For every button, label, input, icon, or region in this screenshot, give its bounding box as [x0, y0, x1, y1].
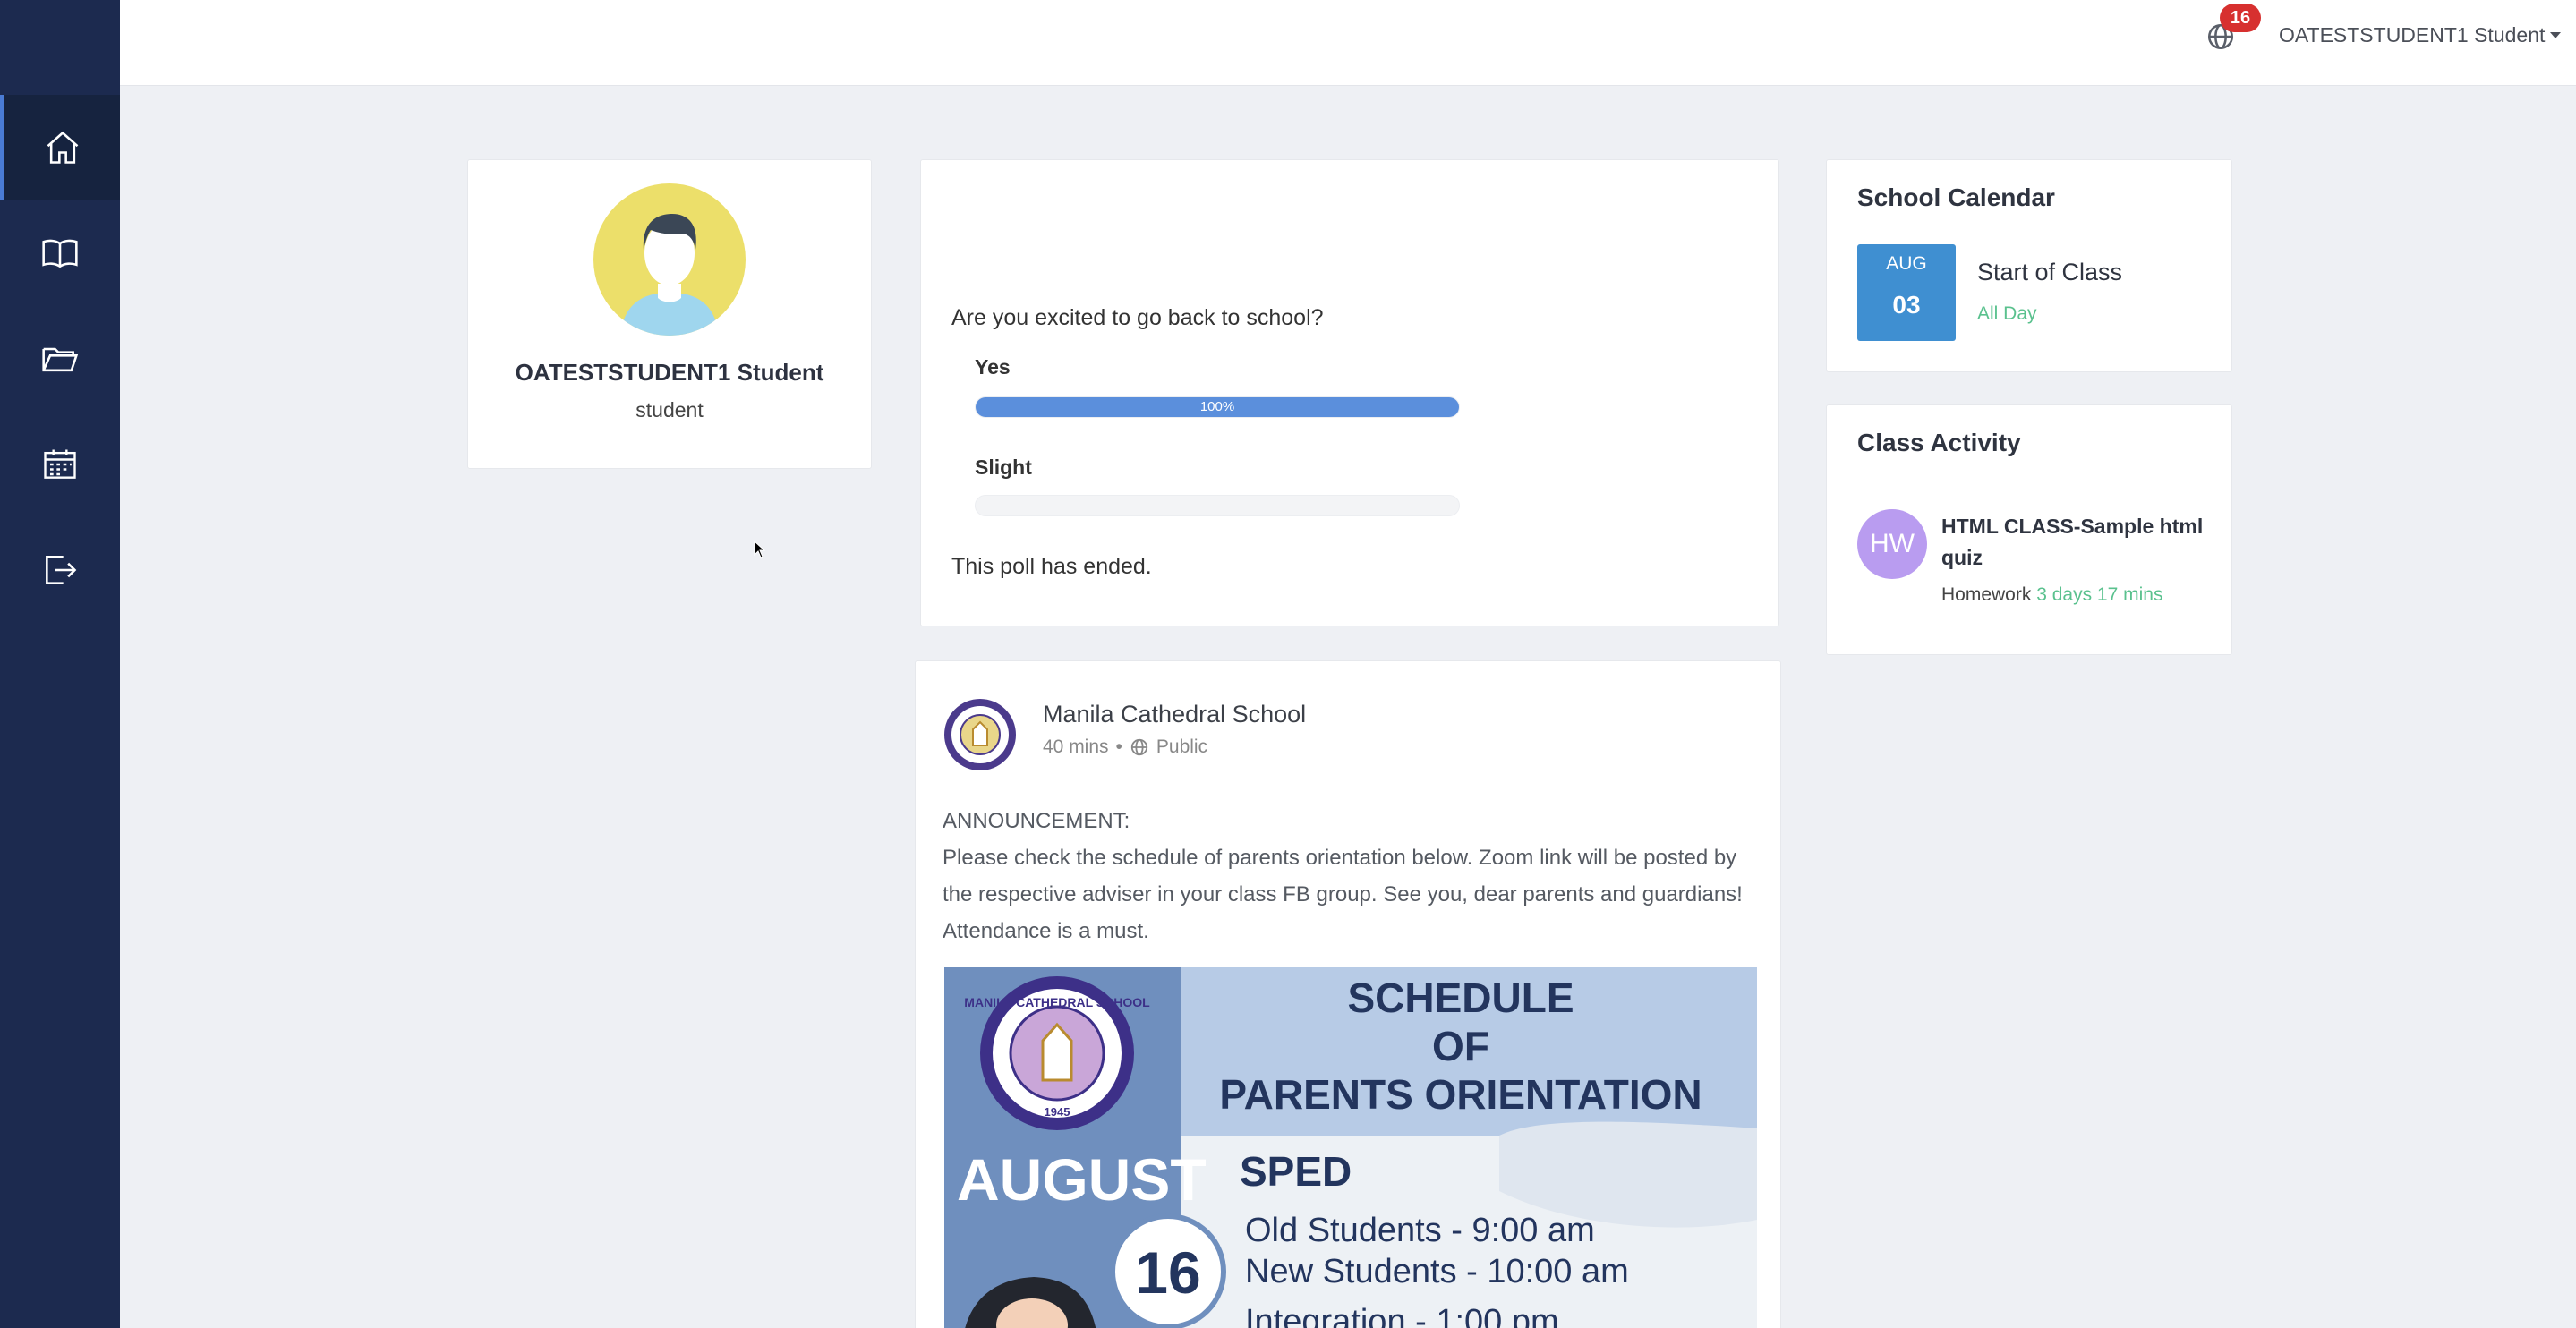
sidebar-item-logout[interactable] — [0, 517, 120, 623]
home-icon — [47, 131, 78, 164]
calendar-title: School Calendar — [1857, 183, 2055, 211]
school-logo[interactable] — [943, 697, 1018, 772]
sidebar-item-courses[interactable] — [0, 200, 120, 306]
caret-down-icon — [2550, 32, 2562, 38]
poster-schedule-line: Old Students - 9:00 am — [1245, 1212, 1595, 1249]
post-text-line: Please check the schedule of parents ori… — [943, 846, 1737, 870]
class-activity-card: Class Activity HW HTML CLASS-Sample html… — [1826, 404, 2232, 655]
post-text-line: Attendance is a must. — [943, 919, 1149, 943]
post-image[interactable]: MANILA CATHEDRAL SCHOOL 1945 SCHEDULE OF… — [944, 967, 1757, 1328]
sidebar-item-home[interactable] — [0, 95, 120, 200]
seal-text: MANILA CATHEDRAL SCHOOL — [964, 995, 1150, 1009]
activity-item-title[interactable]: HTML CLASS-Sample html quiz — [1941, 511, 2210, 574]
poster-category: SPED — [1240, 1148, 1352, 1195]
poll-question: Are you excited to go back to school? — [951, 305, 1324, 330]
event-month: AUG — [1886, 253, 1927, 274]
post-author[interactable]: Manila Cathedral School — [1043, 701, 1306, 728]
poll-option-label: Yes — [975, 355, 1011, 379]
profile-name: OATESTSTUDENT1 Student — [515, 359, 824, 386]
post-text-line: the respective adviser in your class FB … — [943, 882, 1743, 907]
post-body: ANNOUNCEMENT: Please check the schedule … — [943, 803, 1757, 949]
calendar-icon — [44, 449, 76, 479]
post-card: Manila Cathedral School 40 mins • Public… — [915, 660, 1781, 1328]
avatar — [593, 183, 746, 336]
poster-schedule-line: New Students - 10:00 am — [1245, 1253, 1629, 1290]
poster-title-line: SCHEDULE — [1347, 975, 1574, 1021]
school-calendar-card: School Calendar AUG 03 Start of Class Al… — [1826, 159, 2232, 372]
poster-schedule-line: Integration - 1:00 pm — [1245, 1303, 1559, 1328]
poster-day: 16 — [1135, 1239, 1200, 1306]
post-visibility: Public — [1156, 736, 1208, 757]
notification-count-badge: 16 — [2220, 4, 2261, 32]
folder-icon — [42, 347, 79, 372]
poll-option-label: Slight — [975, 455, 1032, 479]
post-time: 40 mins — [1043, 736, 1109, 757]
poster-month: AUGUST — [957, 1146, 1207, 1213]
post-text-line: ANNOUNCEMENT: — [943, 809, 1130, 833]
event-title[interactable]: Start of Class — [1977, 259, 2122, 286]
mouse-cursor-icon — [754, 541, 766, 558]
meta-separator: • — [1115, 736, 1122, 757]
book-icon — [42, 239, 78, 268]
poster-title-line: PARENTS ORIENTATION — [1219, 1071, 1702, 1118]
sidebar-item-calendar[interactable] — [0, 412, 120, 517]
poll-option-bar — [975, 495, 1460, 516]
sidebar-item-files[interactable] — [0, 306, 120, 412]
seal-year: 1945 — [1045, 1105, 1070, 1119]
event-subtitle: All Day — [1977, 303, 2037, 324]
activity-item-meta: Homework 3 days 17 mins — [1941, 584, 2162, 606]
globe-icon — [1130, 738, 1148, 756]
event-date-box: AUG 03 — [1857, 244, 1956, 341]
poster-title-line: OF — [1432, 1023, 1489, 1069]
activity-avatar: HW — [1857, 509, 1927, 579]
poll-card: Are you excited to go back to school? Ye… — [920, 159, 1779, 626]
profile-card: OATESTSTUDENT1 Student student — [467, 159, 872, 469]
sidebar — [0, 0, 120, 1328]
poll-status: This poll has ended. — [951, 554, 1152, 579]
logout-icon — [46, 556, 77, 584]
activity-time: 3 days 17 mins — [2036, 584, 2163, 605]
event-day: 03 — [1892, 291, 1921, 319]
activity-title: Class Activity — [1857, 429, 2021, 456]
activity-type: Homework — [1941, 584, 2032, 605]
post-meta: 40 mins • Public — [1043, 736, 1207, 758]
schedule-poster: MANILA CATHEDRAL SCHOOL 1945 SCHEDULE OF… — [944, 967, 1757, 1328]
profile-role: student — [635, 398, 704, 421]
poll-option-bar-fill: 100% — [976, 397, 1459, 417]
user-menu-dropdown[interactable]: OATESTSTUDENT1 Student — [2279, 23, 2562, 47]
poll-option-bar: 100% — [975, 396, 1460, 418]
user-menu-name: OATESTSTUDENT1 Student — [2279, 23, 2546, 47]
